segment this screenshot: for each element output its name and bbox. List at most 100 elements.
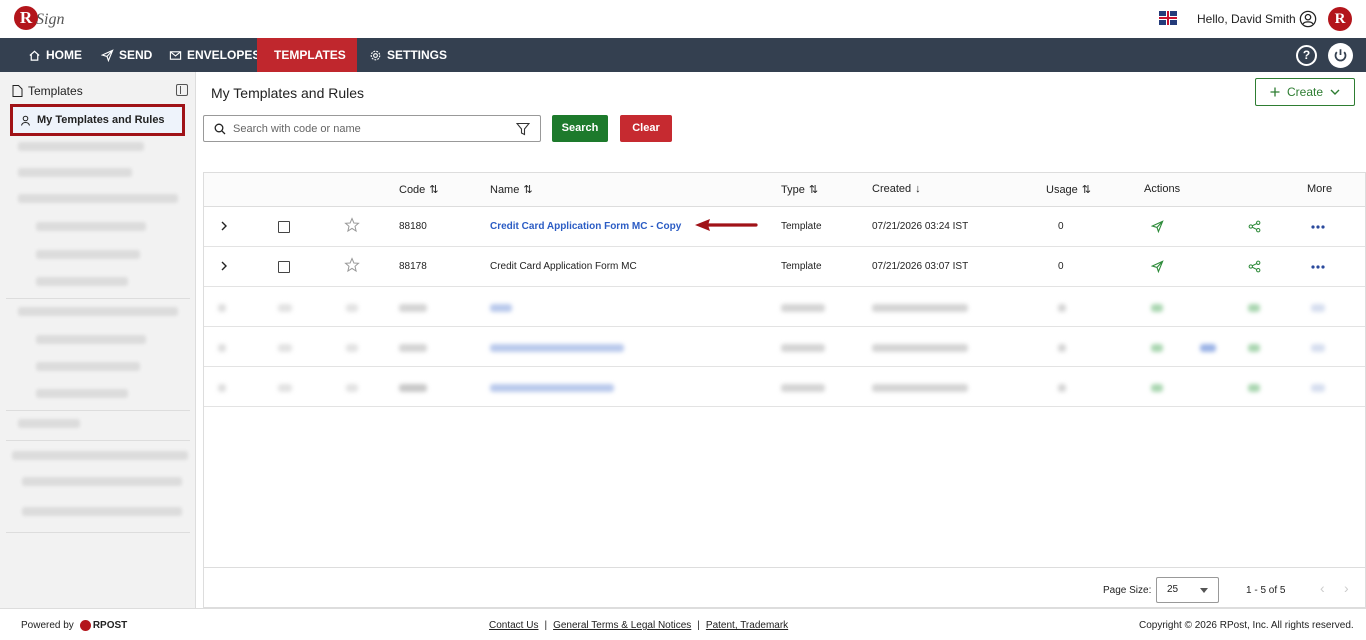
next-page-icon[interactable]: › <box>1344 580 1349 596</box>
share-icon[interactable] <box>1248 220 1261 233</box>
top-bar: R Sign Hello, David Smith R <box>0 0 1366 38</box>
sort-icon: ⇅ <box>429 184 439 196</box>
home-icon <box>29 50 40 61</box>
template-name[interactable]: Credit Card Application Form MC <box>490 261 637 272</box>
collapse-sidebar-icon[interactable] <box>176 84 188 96</box>
type-cell: Template <box>781 221 822 232</box>
template-name-link[interactable]: Credit Card Application Form MC - Copy <box>490 221 681 232</box>
sidebar-item-blurred[interactable] <box>36 222 146 231</box>
share-icon[interactable] <box>1248 260 1261 273</box>
row-checkbox[interactable] <box>278 261 290 273</box>
chevron-right-icon[interactable] <box>218 220 230 232</box>
created-cell: 07/21/2026 03:07 IST <box>872 261 969 272</box>
user-profile-icon[interactable] <box>1299 10 1317 28</box>
sidebar-item-blurred[interactable] <box>18 194 178 203</box>
nav-settings[interactable]: SETTINGS <box>357 38 459 72</box>
search-icon <box>214 123 226 134</box>
send-icon[interactable] <box>1151 220 1164 233</box>
sort-icon: ⇅ <box>1081 184 1092 196</box>
row-checkbox[interactable] <box>278 221 290 233</box>
more-options-icon[interactable] <box>1311 265 1325 269</box>
powered-by: Powered by RPOST <box>21 620 128 631</box>
copyright-text: Copyright © 2026 RPost, Inc. All rights … <box>1139 620 1354 631</box>
nav-home[interactable]: HOME <box>16 38 94 72</box>
sidebar-item-blurred[interactable] <box>36 389 128 398</box>
search-field[interactable] <box>203 115 541 142</box>
sidebar-item-blurred[interactable] <box>22 477 182 486</box>
column-header-name[interactable]: Name ⇅ <box>490 183 533 197</box>
sidebar-item-blurred[interactable] <box>12 451 188 460</box>
sidebar: Templates My Templates and Rules <box>0 72 196 608</box>
divider <box>6 298 190 299</box>
filter-icon[interactable] <box>516 122 530 136</box>
column-header-actions: Actions <box>1144 183 1181 195</box>
table-row-blurred[interactable] <box>204 287 1365 327</box>
send-icon <box>101 48 114 62</box>
chevron-right-icon[interactable] <box>218 260 230 272</box>
sort-desc-icon: ↓ <box>915 183 921 195</box>
sidebar-item-blurred[interactable] <box>18 307 178 316</box>
footer-links: Contact Us | General Terms & Legal Notices… <box>489 620 789 631</box>
nav-templates[interactable]: TEMPLATES <box>257 38 357 72</box>
page-range: 1 - 5 of 5 <box>1246 585 1286 596</box>
search-button[interactable]: Search <box>552 115 608 142</box>
gear-icon <box>370 50 381 60</box>
page-size-label: Page Size: <box>1103 585 1152 596</box>
person-icon <box>21 115 30 126</box>
us-flag-icon[interactable] <box>1159 11 1177 25</box>
rpost-logo: RPOST <box>79 620 127 631</box>
code-cell: 88178 <box>399 261 427 272</box>
logout-power-icon[interactable] <box>1328 43 1353 68</box>
chevron-down-icon <box>1330 89 1340 95</box>
search-input[interactable] <box>233 122 493 135</box>
table-row-blurred[interactable] <box>204 327 1365 367</box>
type-cell: Template <box>781 261 822 272</box>
sidebar-item-blurred[interactable] <box>18 168 132 177</box>
created-cell: 07/21/2026 03:24 IST <box>872 221 969 232</box>
rsign-logo[interactable]: R Sign <box>14 5 66 33</box>
sidebar-item-blurred[interactable] <box>18 142 144 151</box>
sidebar-item-blurred[interactable] <box>36 277 128 286</box>
column-header-code[interactable]: Code ⇅ <box>399 183 439 197</box>
more-options-icon[interactable] <box>1311 225 1325 229</box>
prev-page-icon[interactable]: ‹ <box>1320 580 1325 596</box>
table-row-blurred[interactable] <box>204 367 1365 407</box>
table-row[interactable]: 88178 Credit Card Application Form MC Te… <box>204 247 1365 287</box>
legal-notices-link[interactable]: General Terms & Legal Notices <box>553 620 691 631</box>
page-size-select[interactable]: 25 <box>1156 577 1219 603</box>
sidebar-item-blurred[interactable] <box>36 362 140 371</box>
column-header-type[interactable]: Type ⇅ <box>781 183 819 197</box>
nav-envelopes[interactable]: ENVELOPES <box>157 38 272 72</box>
main-nav: HOME SEND ENVELOPES TEMPLATES SETTINGS <box>0 38 1366 72</box>
sidebar-item-blurred[interactable] <box>36 250 140 259</box>
sidebar-item-blurred[interactable] <box>36 335 146 344</box>
create-button[interactable]: Create <box>1255 78 1355 106</box>
envelope-icon <box>169 50 182 60</box>
star-icon[interactable] <box>344 257 360 273</box>
send-icon[interactable] <box>1151 260 1164 273</box>
help-button[interactable]: ? <box>1296 45 1317 66</box>
column-header-created[interactable]: Created ↓ <box>872 183 921 195</box>
sort-icon: ⇅ <box>808 184 819 196</box>
table-row[interactable]: 88180 Credit Card Application Form MC - … <box>204 207 1365 247</box>
page-title: My Templates and Rules <box>211 85 365 101</box>
usage-cell: 0 <box>1058 261 1064 272</box>
sidebar-header: Templates <box>12 84 83 98</box>
column-header-usage[interactable]: Usage ⇅ <box>1046 183 1092 197</box>
divider <box>6 410 190 411</box>
sidebar-item-blurred[interactable] <box>18 419 80 428</box>
annotation-arrow-icon <box>695 219 758 231</box>
sidebar-item-my-templates[interactable]: My Templates and Rules <box>10 104 185 136</box>
sidebar-item-blurred[interactable] <box>22 507 182 516</box>
contact-us-link[interactable]: Contact Us <box>489 620 538 631</box>
code-cell: 88180 <box>399 221 427 232</box>
nav-send[interactable]: SEND <box>89 38 164 72</box>
star-icon[interactable] <box>344 217 360 233</box>
usage-cell: 0 <box>1058 221 1064 232</box>
templates-table: Code ⇅ Name ⇅ Type ⇅ Created ↓ Usage ⇅ Action… <box>203 172 1366 608</box>
avatar[interactable]: R <box>1328 7 1352 31</box>
divider <box>6 440 190 441</box>
patent-trademark-link[interactable]: Patent, Trademark <box>706 620 788 631</box>
pagination-bar: Page Size: 25 1 - 5 of 5 ‹ › <box>204 567 1365 607</box>
clear-button[interactable]: Clear <box>620 115 672 142</box>
